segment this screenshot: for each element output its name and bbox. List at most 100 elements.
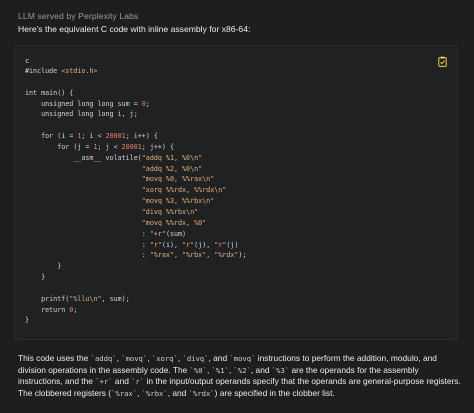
code-token: ; bbox=[73, 305, 78, 314]
code-line: for (j = 1; j < 20001; j++) { bbox=[25, 142, 246, 153]
code-token: "r" bbox=[182, 240, 195, 249]
code-line: "divq %%rbx\n" bbox=[25, 207, 246, 218]
inline-code: `%3` bbox=[271, 365, 290, 375]
code-line: : "+r"(sum) bbox=[25, 229, 246, 240]
model-attribution: LLM served by Perplexity Labs bbox=[18, 11, 139, 21]
inline-code: `movq` bbox=[121, 354, 148, 363]
inline-code: `+r` bbox=[95, 377, 113, 387]
clipboard-check-icon bbox=[438, 56, 447, 67]
explanation-paragraph: This code uses the `addq`, `movq`, `xorq… bbox=[18, 353, 464, 400]
code-token: ; bbox=[145, 99, 150, 108]
code-block: c #include <stdio.h> int main() { unsigne… bbox=[14, 45, 458, 340]
code-token: "+r" bbox=[149, 229, 166, 238]
inline-code: `r` bbox=[131, 377, 145, 387]
code-line: int main() { bbox=[25, 88, 246, 99]
text-run: , and bbox=[250, 364, 272, 375]
code-token: int main() { bbox=[25, 88, 74, 97]
code-token: : bbox=[25, 240, 150, 249]
code-token: (j) bbox=[226, 240, 239, 249]
inline-code: `%2` bbox=[233, 365, 251, 375]
code-token: } bbox=[25, 262, 62, 271]
copy-code-button[interactable] bbox=[437, 54, 448, 67]
code-token: (sum) bbox=[165, 229, 187, 238]
code-token: ; j < bbox=[97, 142, 122, 151]
code-content: #include <stdio.h> int main() { unsigned … bbox=[25, 66, 246, 326]
code-token: "movq %%rdx, %0" bbox=[141, 218, 207, 227]
code-token: "xorq %%rdx, %%rdx\n" bbox=[141, 186, 227, 195]
code-token: 20001 bbox=[105, 132, 126, 141]
code-token: (i), bbox=[161, 240, 183, 249]
code-language-label: c bbox=[25, 56, 30, 65]
code-token: unsigned long long sum = bbox=[25, 99, 142, 108]
code-token: return bbox=[25, 305, 70, 314]
code-token: for (j = bbox=[25, 142, 94, 151]
code-token: 20001 bbox=[121, 142, 142, 151]
inline-code: `%rax` bbox=[111, 389, 138, 399]
inline-code: `%0` bbox=[189, 365, 207, 375]
code-token: <stdio.h> bbox=[61, 67, 98, 75]
text-run: , and bbox=[208, 353, 230, 363]
code-line: #include <stdio.h> bbox=[25, 66, 246, 77]
code-token: printf( bbox=[25, 294, 70, 303]
code-line: } bbox=[25, 261, 246, 272]
inline-code: `%rdx` bbox=[188, 389, 215, 399]
code-line: : "r"(i), "r"(j), "r"(j) bbox=[25, 240, 246, 251]
code-token: : bbox=[25, 229, 150, 238]
code-token: ; i++) { bbox=[125, 132, 158, 141]
code-line: for (i = 1; i < 20001; i++) { bbox=[25, 131, 246, 142]
code-token: ; i < bbox=[81, 132, 106, 141]
code-line: : "%rax", "%rbx", "%rdx"); bbox=[25, 250, 247, 261]
code-line: "xorq %%rdx, %%rdx\n" bbox=[25, 185, 246, 196]
code-token: "movq %0, %%rax\n" bbox=[141, 175, 215, 184]
code-line: "addq %2, %0\n" bbox=[25, 164, 246, 175]
code-line: } bbox=[25, 272, 246, 283]
code-line: return 0; bbox=[25, 305, 246, 316]
code-token: __asm__ volatile( bbox=[25, 153, 142, 162]
text-run: and bbox=[112, 376, 132, 387]
inline-code: `divq` bbox=[182, 354, 209, 363]
code-token: (j), bbox=[194, 240, 215, 249]
code-line: "movq %3, %%rbx\n" bbox=[25, 196, 246, 207]
code-token: ; j++) { bbox=[141, 142, 175, 151]
code-token: "divq %%rbx\n" bbox=[141, 207, 199, 216]
intro-text: Here's the equivalent C code with inline… bbox=[18, 24, 251, 34]
code-line: unsigned long long i, j; bbox=[25, 109, 246, 120]
code-token: "r" bbox=[214, 240, 227, 249]
code-line: printf("%llu\n", sum); bbox=[25, 294, 246, 305]
code-token: } bbox=[25, 273, 46, 282]
code-token: #include bbox=[25, 67, 62, 75]
code-token: "movq %3, %%rbx\n" bbox=[141, 197, 215, 206]
inline-code: `%1` bbox=[211, 365, 229, 375]
code-token: "%rax", "%rbx", "%rdx" bbox=[149, 251, 239, 260]
code-line: __asm__ volatile("addq %1, %0\n" bbox=[25, 153, 246, 164]
inline-code: `%rbx` bbox=[141, 389, 168, 399]
code-token: unsigned long long i, j; bbox=[25, 110, 138, 119]
code-token: "addq %1, %0\n" bbox=[141, 153, 203, 162]
code-token: "addq %2, %0\n" bbox=[141, 164, 203, 173]
code-line: unsigned long long sum = 0; bbox=[25, 99, 246, 110]
inline-code: `movq` bbox=[229, 354, 256, 363]
inline-code: `addq` bbox=[90, 354, 117, 363]
code-token: : bbox=[25, 251, 150, 260]
code-token: , sum); bbox=[101, 294, 130, 303]
code-token: ); bbox=[238, 251, 247, 260]
code-token: "%llu\n" bbox=[69, 294, 102, 303]
code-token: for (i = bbox=[25, 132, 78, 141]
code-line: } bbox=[25, 315, 246, 326]
code-token: } bbox=[25, 316, 30, 325]
text-run: ) are specified in the clobber list. bbox=[214, 388, 335, 399]
inline-code: `xorq` bbox=[151, 354, 178, 363]
text-run: , and bbox=[167, 388, 189, 399]
code-token: "r" bbox=[149, 240, 162, 249]
code-line: "movq %%rdx, %0" bbox=[25, 218, 246, 229]
text-run: This code uses the bbox=[18, 353, 91, 363]
